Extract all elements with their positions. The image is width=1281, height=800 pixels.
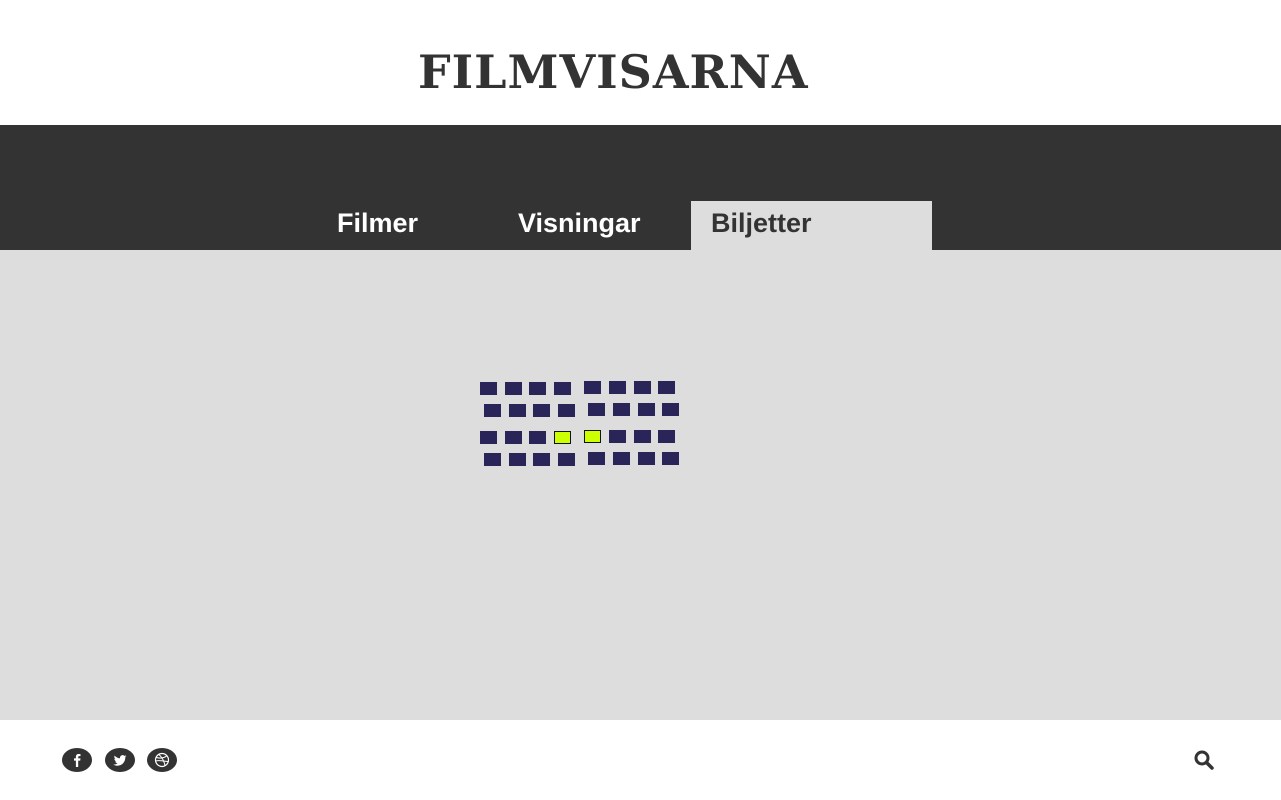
seat-available[interactable] — [508, 404, 526, 417]
seat-available[interactable] — [613, 452, 630, 465]
seat-available[interactable] — [662, 452, 680, 465]
tab-visningar[interactable]: Visningar — [518, 201, 688, 250]
seat-available[interactable] — [529, 382, 547, 395]
seat-map — [480, 380, 680, 470]
seat-available[interactable] — [613, 403, 630, 416]
seat-available[interactable] — [553, 382, 571, 395]
seat-available[interactable] — [533, 453, 551, 466]
main-nav: Filmer Visningar Biljetter — [0, 125, 1281, 250]
seat-available[interactable] — [529, 431, 547, 444]
seat-available[interactable] — [588, 403, 606, 416]
main-content — [0, 250, 1281, 720]
seat-selected[interactable] — [553, 431, 571, 444]
tab-filmer[interactable]: Filmer — [337, 201, 477, 250]
seat-available[interactable] — [557, 453, 575, 466]
seat-available[interactable] — [637, 452, 655, 465]
seat-available[interactable] — [480, 431, 497, 444]
twitter-icon[interactable] — [105, 748, 135, 772]
seat-available[interactable] — [508, 453, 526, 466]
tab-biljetter[interactable]: Biljetter — [691, 201, 932, 250]
seat-available[interactable] — [557, 404, 575, 417]
search-icon[interactable] — [1192, 748, 1216, 772]
facebook-icon[interactable] — [62, 748, 92, 772]
seat-available[interactable] — [504, 382, 522, 395]
seat-available[interactable] — [658, 430, 676, 443]
seat-available[interactable] — [484, 453, 501, 466]
seat-available[interactable] — [504, 431, 522, 444]
seat-available[interactable] — [637, 403, 655, 416]
seat-available[interactable] — [662, 403, 680, 416]
seat-available[interactable] — [484, 404, 501, 417]
dribbble-icon[interactable] — [147, 748, 177, 772]
site-header: FILMVISARNA — [0, 0, 1281, 125]
seat-available[interactable] — [633, 381, 651, 394]
site-logo[interactable]: FILMVISARNA — [418, 45, 809, 99]
seat-available[interactable] — [609, 430, 626, 443]
site-footer — [0, 720, 1281, 800]
seat-available[interactable] — [658, 381, 676, 394]
seat-available[interactable] — [609, 381, 626, 394]
seat-selected[interactable] — [584, 430, 602, 443]
seat-available[interactable] — [480, 382, 497, 395]
seat-available[interactable] — [584, 381, 602, 394]
seat-available[interactable] — [633, 430, 651, 443]
seat-available[interactable] — [533, 404, 551, 417]
seat-available[interactable] — [588, 452, 606, 465]
